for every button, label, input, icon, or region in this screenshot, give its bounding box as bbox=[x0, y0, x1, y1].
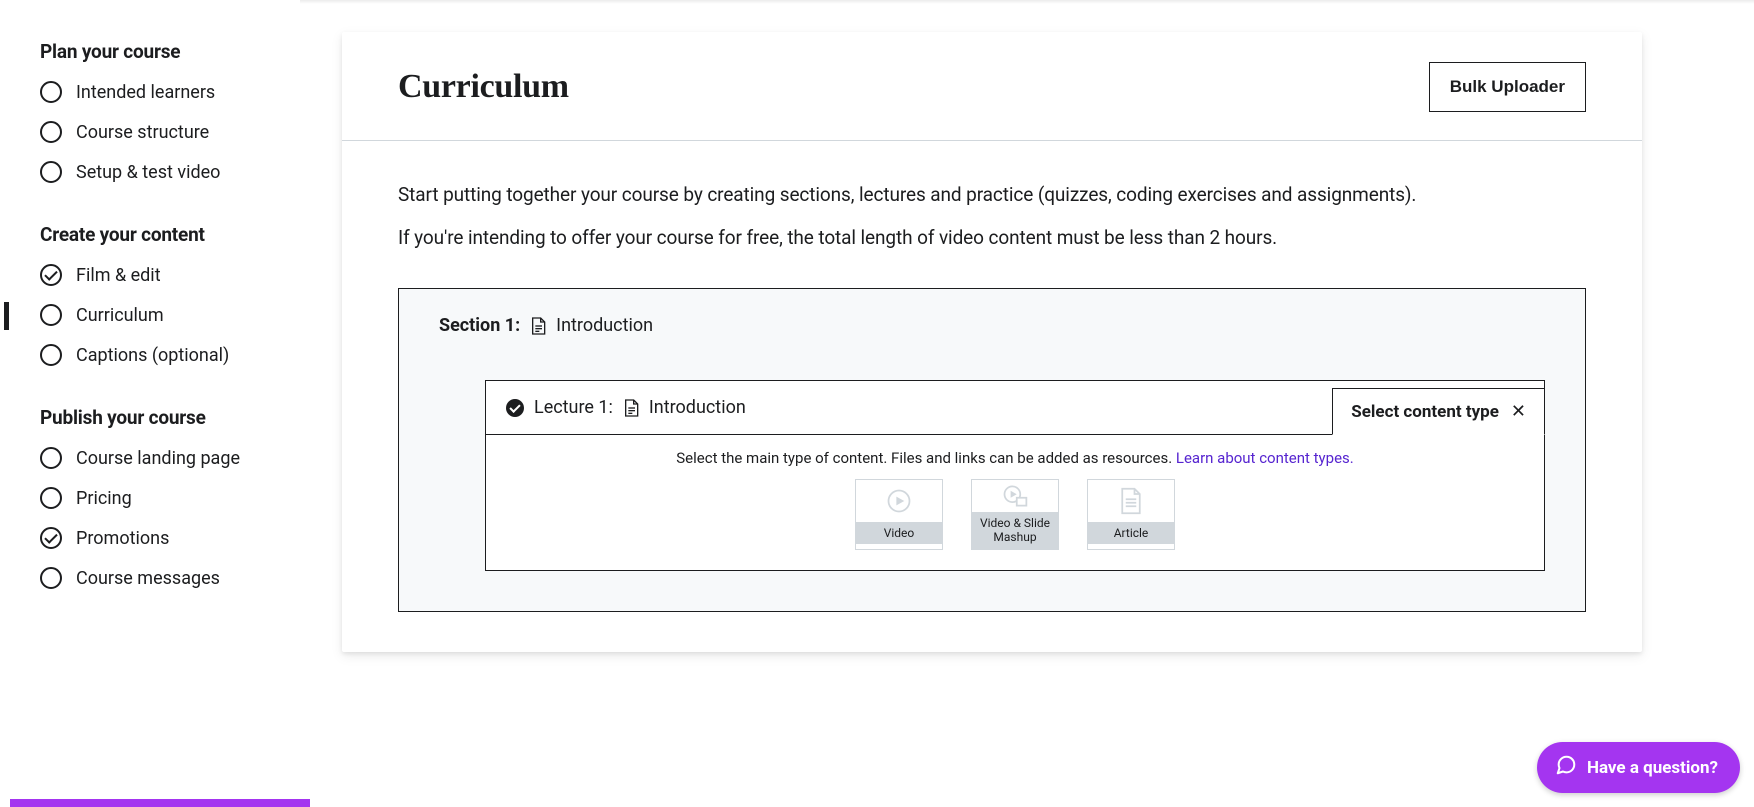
lecture-body: Select the main type of content. Files a… bbox=[486, 434, 1544, 570]
section-box: Section 1: Introduction Lec bbox=[398, 288, 1586, 612]
sidebar-item-course-messages[interactable]: Course messages bbox=[40, 567, 300, 589]
content-hint-text: Select the main type of content. Files a… bbox=[676, 449, 1176, 467]
sidebar-item-promotions[interactable]: Promotions bbox=[40, 527, 300, 549]
active-indicator bbox=[4, 302, 9, 330]
sidebar: Plan your course Intended learners Cours… bbox=[0, 0, 300, 629]
main-card: Curriculum Bulk Uploader Start putting t… bbox=[342, 32, 1642, 652]
content-type-label: Article bbox=[1088, 522, 1174, 544]
bulk-uploader-button[interactable]: Bulk Uploader bbox=[1429, 62, 1586, 112]
document-icon bbox=[623, 398, 639, 418]
sidebar-group-title: Create your content bbox=[40, 223, 300, 246]
status-circle-icon bbox=[40, 344, 62, 366]
sidebar-item-captions[interactable]: Captions (optional) bbox=[40, 344, 300, 366]
status-circle-icon bbox=[40, 447, 62, 469]
status-circle-checked-icon bbox=[40, 527, 62, 549]
sidebar-item-curriculum[interactable]: Curriculum bbox=[40, 304, 300, 326]
mashup-icon bbox=[972, 480, 1058, 512]
sidebar-item-label: Captions (optional) bbox=[76, 345, 229, 366]
lecture-label: Lecture 1: bbox=[534, 397, 613, 418]
status-circle-icon bbox=[40, 304, 62, 326]
close-icon[interactable]: ✕ bbox=[1511, 403, 1526, 421]
sidebar-item-film-edit[interactable]: Film & edit bbox=[40, 264, 300, 286]
content-type-label: Video bbox=[856, 522, 942, 544]
lecture-header-row: Lecture 1: Introduction bbox=[486, 381, 1544, 434]
content-types-link[interactable]: Learn about content types. bbox=[1176, 449, 1354, 467]
content-type-options: Video Video & Slide Mashup bbox=[506, 479, 1524, 550]
sidebar-item-pricing[interactable]: Pricing bbox=[40, 487, 300, 509]
sidebar-bottom-accent bbox=[10, 799, 310, 807]
sidebar-item-label: Curriculum bbox=[76, 305, 164, 326]
status-circle-icon bbox=[40, 161, 62, 183]
sidebar-group-title: Publish your course bbox=[40, 406, 300, 429]
status-circle-checked-icon bbox=[40, 264, 62, 286]
content-type-label: Video & Slide Mashup bbox=[972, 512, 1058, 549]
lecture-title-area[interactable]: Lecture 1: Introduction bbox=[486, 381, 766, 434]
status-circle-icon bbox=[40, 487, 62, 509]
sidebar-item-intended-learners[interactable]: Intended learners bbox=[40, 81, 300, 103]
sidebar-item-course-landing-page[interactable]: Course landing page bbox=[40, 447, 300, 469]
sidebar-item-label: Course messages bbox=[76, 568, 220, 589]
section-header[interactable]: Section 1: Introduction bbox=[439, 315, 1545, 336]
intro-line-2: If you're intending to offer your course… bbox=[398, 224, 1586, 253]
section-label: Section 1: bbox=[439, 315, 520, 336]
sidebar-item-label: Film & edit bbox=[76, 265, 161, 286]
sidebar-item-label: Course landing page bbox=[76, 448, 240, 469]
page-title: Curriculum bbox=[398, 68, 569, 106]
document-icon bbox=[530, 316, 546, 336]
sidebar-item-label: Promotions bbox=[76, 528, 169, 549]
status-circle-icon bbox=[40, 567, 62, 589]
lecture-title-text: Introduction bbox=[649, 397, 746, 418]
card-body: Start putting together your course by cr… bbox=[342, 141, 1642, 652]
article-icon bbox=[1088, 480, 1174, 522]
sidebar-group-plan: Plan your course Intended learners Cours… bbox=[40, 40, 300, 183]
intro-line-1: Start putting together your course by cr… bbox=[398, 181, 1586, 210]
sidebar-item-setup-test-video[interactable]: Setup & test video bbox=[40, 161, 300, 183]
help-label: Have a question? bbox=[1587, 758, 1718, 778]
status-circle-icon bbox=[40, 81, 62, 103]
lecture-box: Lecture 1: Introduction bbox=[485, 380, 1545, 571]
status-circle-icon bbox=[40, 121, 62, 143]
sidebar-group-create: Create your content Film & edit Curricul… bbox=[40, 223, 300, 366]
sidebar-item-label: Pricing bbox=[76, 488, 132, 509]
content-type-video[interactable]: Video bbox=[855, 479, 943, 550]
content-type-tab: Select content type ✕ bbox=[1332, 388, 1545, 435]
card-header: Curriculum Bulk Uploader bbox=[342, 32, 1642, 141]
section-title: Introduction bbox=[556, 315, 653, 336]
sidebar-item-course-structure[interactable]: Course structure bbox=[40, 121, 300, 143]
content-hint: Select the main type of content. Files a… bbox=[506, 449, 1524, 467]
content-type-tab-label: Select content type bbox=[1351, 402, 1499, 422]
sidebar-item-label: Setup & test video bbox=[76, 162, 220, 183]
sidebar-group-title: Plan your course bbox=[40, 40, 300, 63]
content-type-article[interactable]: Article bbox=[1087, 479, 1175, 550]
sidebar-item-label: Intended learners bbox=[76, 82, 215, 103]
play-circle-icon bbox=[856, 480, 942, 522]
chat-icon bbox=[1555, 754, 1577, 781]
content-type-video-slide-mashup[interactable]: Video & Slide Mashup bbox=[971, 479, 1059, 550]
sidebar-item-label: Course structure bbox=[76, 122, 209, 143]
help-button[interactable]: Have a question? bbox=[1537, 742, 1740, 793]
sidebar-group-publish: Publish your course Course landing page … bbox=[40, 406, 300, 589]
check-badge-icon bbox=[506, 399, 524, 417]
